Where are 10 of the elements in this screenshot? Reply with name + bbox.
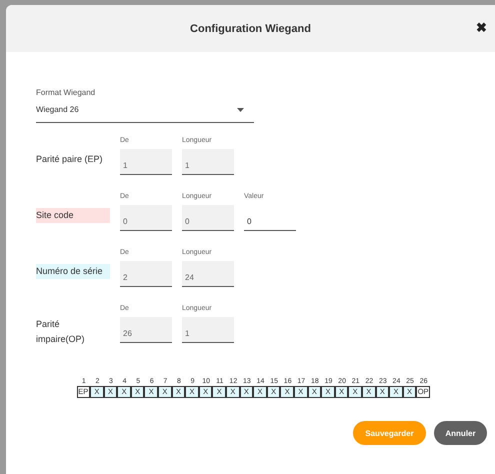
format-dropdown[interactable]: Wiegand 26	[36, 103, 254, 123]
caret-icon	[237, 108, 244, 112]
section-label: Parité paire (EP)	[36, 153, 103, 166]
format-label: Format Wiegand	[36, 88, 96, 97]
dialog-title: Configuration Wiegand	[190, 22, 311, 34]
section-label: Numéro de série	[36, 264, 110, 279]
cancel-button[interactable]: Annuler	[434, 421, 487, 445]
section-label: Site code	[36, 208, 110, 223]
section-label: Parité impaire(OP)	[36, 318, 86, 346]
close-button[interactable]: ✖	[476, 20, 487, 35]
